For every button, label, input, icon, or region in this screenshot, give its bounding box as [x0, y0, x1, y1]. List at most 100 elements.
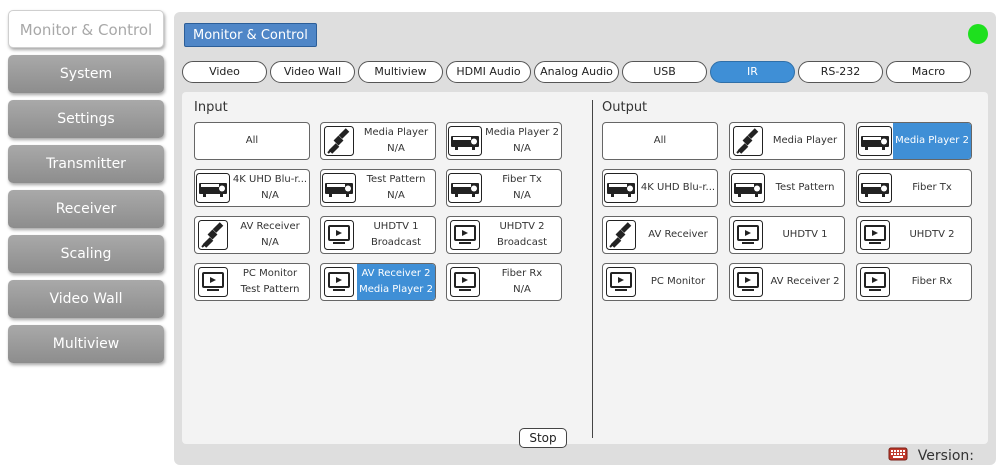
- input-device-button[interactable]: UHDTV 1 Broadcast: [320, 216, 436, 254]
- monitor-icon: [447, 217, 483, 253]
- device-text: AV Receiver 2: [766, 264, 844, 300]
- device-name: AV Receiver 2: [770, 276, 840, 287]
- input-device-button[interactable]: 4K UHD Blu-r... N/A: [194, 169, 310, 207]
- output-device-button[interactable]: Fiber Tx: [856, 169, 972, 207]
- device-name: Fiber Rx: [501, 268, 543, 279]
- device-name: Media Player: [772, 135, 838, 146]
- input-label: Input: [194, 100, 228, 115]
- stop-button[interactable]: Stop: [519, 428, 567, 448]
- sidebar-item-transmitter[interactable]: Transmitter: [8, 145, 164, 183]
- tab-bar: Video Video Wall Multiview HDMI Audio An…: [182, 61, 971, 83]
- sidebar-item-system[interactable]: System: [8, 55, 164, 93]
- output-device-button[interactable]: Fiber Rx: [856, 263, 972, 301]
- footer: Version:: [888, 446, 974, 465]
- tab-video-wall[interactable]: Video Wall: [270, 61, 355, 83]
- device-name: Test Pattern: [366, 174, 426, 185]
- input-device-button[interactable]: Media Player N/A: [320, 122, 436, 160]
- device-text: UHDTV 1: [766, 217, 844, 253]
- sidebar-item-scaling[interactable]: Scaling: [8, 235, 164, 273]
- input-device-button[interactable]: AV Receiver 2 Media Player 2: [320, 263, 436, 301]
- output-device-button[interactable]: Test Pattern: [729, 169, 845, 207]
- monitor-icon: [603, 264, 639, 300]
- status-indicator: [968, 24, 988, 44]
- device-name: 4K UHD Blu-r...: [232, 174, 308, 185]
- input-device-button[interactable]: AV Receiver N/A: [194, 216, 310, 254]
- output-device-button[interactable]: UHDTV 2: [856, 216, 972, 254]
- device-text: All: [603, 123, 717, 159]
- satellite-icon: [195, 217, 231, 253]
- projector-icon: [447, 123, 483, 159]
- input-device-button[interactable]: Media Player 2 N/A: [446, 122, 562, 160]
- device-status: Media Player 2: [359, 284, 433, 295]
- device-status: N/A: [513, 190, 531, 201]
- device-name: UHDTV 1: [373, 221, 419, 232]
- projector-icon: [321, 170, 357, 206]
- input-device-button[interactable]: All: [194, 122, 310, 160]
- input-device-button[interactable]: PC Monitor Test Pattern: [194, 263, 310, 301]
- device-name: 4K UHD Blu-r...: [640, 182, 716, 193]
- device-status: N/A: [261, 190, 279, 201]
- input-device-button[interactable]: UHDTV 2 Broadcast: [446, 216, 562, 254]
- device-name: Fiber Tx: [502, 174, 542, 185]
- section-divider: [592, 100, 593, 438]
- sidebar-item-video-wall[interactable]: Video Wall: [8, 280, 164, 318]
- output-device-button[interactable]: Media Player: [729, 122, 845, 160]
- output-device-button[interactable]: AV Receiver 2: [729, 263, 845, 301]
- device-text: Media Player 2: [893, 123, 971, 159]
- monitor-icon: [321, 217, 357, 253]
- projector-icon: [857, 170, 893, 206]
- device-text: AV Receiver: [639, 217, 717, 253]
- device-text: 4K UHD Blu-r... N/A: [231, 170, 309, 206]
- output-device-button[interactable]: PC Monitor: [602, 263, 718, 301]
- device-name: Test Pattern: [775, 182, 835, 193]
- content-area: Input Output All Media Player N/A Media Pla…: [182, 92, 988, 448]
- output-device-button[interactable]: All: [602, 122, 718, 160]
- device-status: N/A: [387, 190, 405, 201]
- tab-video[interactable]: Video: [182, 61, 267, 83]
- sidebar-item-receiver[interactable]: Receiver: [8, 190, 164, 228]
- projector-icon: [603, 170, 639, 206]
- keyboard-icon[interactable]: [888, 446, 908, 465]
- device-text: Test Pattern N/A: [357, 170, 435, 206]
- page-title: Monitor & Control: [184, 23, 317, 47]
- output-device-button[interactable]: Media Player 2: [856, 122, 972, 160]
- device-name: UHDTV 2: [909, 229, 955, 240]
- input-device-button[interactable]: Fiber Rx N/A: [446, 263, 562, 301]
- device-text: Fiber Tx: [893, 170, 971, 206]
- input-device-button[interactable]: Fiber Tx N/A: [446, 169, 562, 207]
- device-status: N/A: [261, 237, 279, 248]
- output-device-button[interactable]: AV Receiver: [602, 216, 718, 254]
- output-device-button[interactable]: UHDTV 1: [729, 216, 845, 254]
- device-text: AV Receiver 2 Media Player 2: [357, 264, 435, 300]
- input-device-button[interactable]: Test Pattern N/A: [320, 169, 436, 207]
- device-text: UHDTV 2: [893, 217, 971, 253]
- tab-ir[interactable]: IR: [710, 61, 795, 83]
- sidebar-item-multiview[interactable]: Multiview: [8, 325, 164, 363]
- sidebar-item-settings[interactable]: Settings: [8, 100, 164, 138]
- projector-icon: [195, 170, 231, 206]
- sidebar-item-monitor-control[interactable]: Monitor & Control: [8, 10, 164, 48]
- version-label: Version:: [917, 448, 974, 464]
- device-text: Fiber Tx N/A: [483, 170, 561, 206]
- output-device-button[interactable]: 4K UHD Blu-r...: [602, 169, 718, 207]
- tab-analog-audio[interactable]: Analog Audio: [534, 61, 619, 83]
- tab-multiview[interactable]: Multiview: [358, 61, 443, 83]
- device-status: N/A: [513, 143, 531, 154]
- device-name: PC Monitor: [242, 268, 298, 279]
- device-status: Test Pattern: [240, 284, 300, 295]
- device-status: N/A: [387, 143, 405, 154]
- tab-usb[interactable]: USB: [622, 61, 707, 83]
- device-text: Fiber Rx N/A: [483, 264, 561, 300]
- monitor-icon: [857, 217, 893, 253]
- satellite-icon: [321, 123, 357, 159]
- sidebar: Monitor & Control System Settings Transm…: [8, 10, 164, 370]
- monitor-icon: [730, 264, 766, 300]
- tab-hdmi-audio[interactable]: HDMI Audio: [446, 61, 531, 83]
- device-name: Fiber Rx: [911, 276, 953, 287]
- device-text: PC Monitor: [639, 264, 717, 300]
- tab-rs-232[interactable]: RS-232: [798, 61, 883, 83]
- device-name: AV Receiver: [648, 229, 708, 240]
- projector-icon: [447, 170, 483, 206]
- device-text: 4K UHD Blu-r...: [639, 170, 717, 206]
- tab-macro[interactable]: Macro: [886, 61, 971, 83]
